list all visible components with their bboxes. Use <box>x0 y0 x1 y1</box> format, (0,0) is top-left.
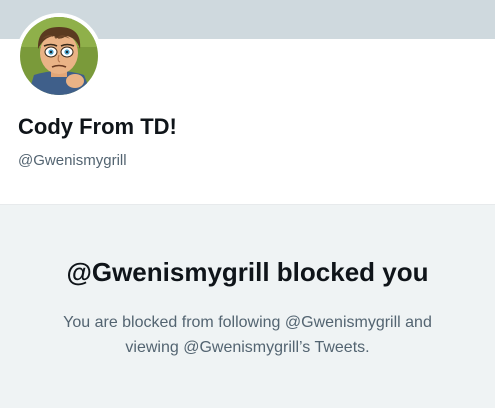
blocked-title: @Gwenismygrill blocked you <box>66 257 429 287</box>
profile-page: Cody From TD! @Gwenismygrill @Gwenismygr… <box>0 0 495 408</box>
profile-display-name: Cody From TD! <box>18 114 177 139</box>
blocked-notice: @Gwenismygrill blocked you You are block… <box>0 204 495 408</box>
profile-handle: @Gwenismygrill <box>18 152 127 169</box>
blocked-message: You are blocked from following @Gwenismy… <box>63 314 432 356</box>
avatar-image <box>20 17 98 95</box>
avatar[interactable] <box>16 13 102 99</box>
